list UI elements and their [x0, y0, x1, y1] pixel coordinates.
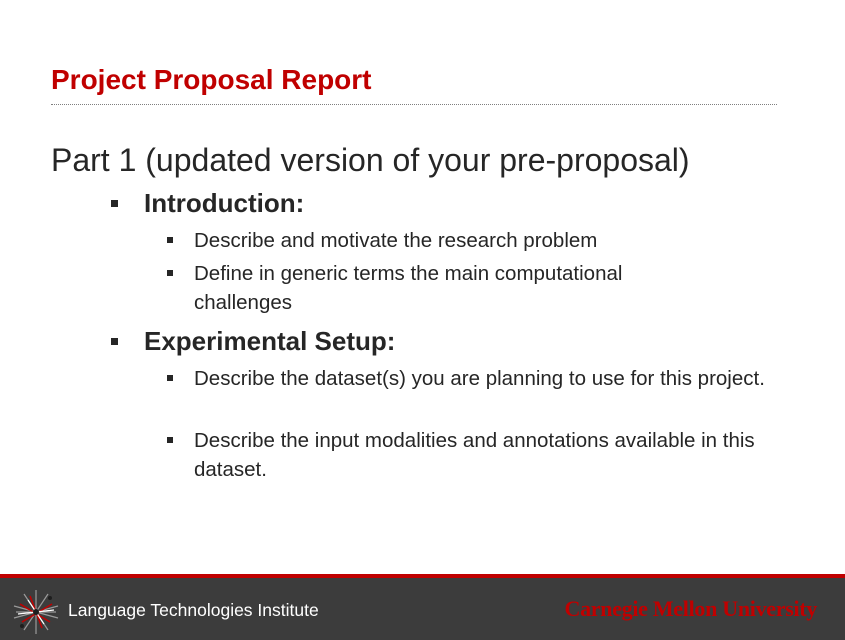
institute-name: Language Technologies Institute: [68, 600, 319, 620]
section-label-experimental-setup: Experimental Setup:: [144, 326, 396, 356]
slide-footer: Language Technologies Institute Carnegie…: [0, 574, 845, 640]
lti-network-logo-icon: [13, 590, 59, 634]
bullet-icon: [167, 270, 173, 276]
slide-heading: Part 1 (updated version of your pre-prop…: [51, 142, 690, 178]
section-label-introduction: Introduction:: [144, 188, 305, 218]
list-item: Define in generic terms the main computa…: [194, 262, 623, 314]
bullet-icon: [167, 437, 173, 443]
bullet-icon: [111, 338, 118, 345]
slide-title: Project Proposal Report: [51, 64, 372, 95]
list-item: Describe the input modalities and annota…: [194, 429, 755, 481]
list-item: Describe and motivate the research probl…: [194, 229, 598, 252]
title-divider: [51, 104, 777, 105]
list-item: Describe the dataset(s) you are planning…: [194, 367, 765, 390]
bullet-icon: [167, 237, 173, 243]
bullet-icon: [167, 375, 173, 381]
bullet-icon: [111, 200, 118, 207]
university-name: Carnegie Mellon University: [564, 596, 818, 621]
slide: Project Proposal Report Part 1 (updated …: [0, 0, 845, 640]
